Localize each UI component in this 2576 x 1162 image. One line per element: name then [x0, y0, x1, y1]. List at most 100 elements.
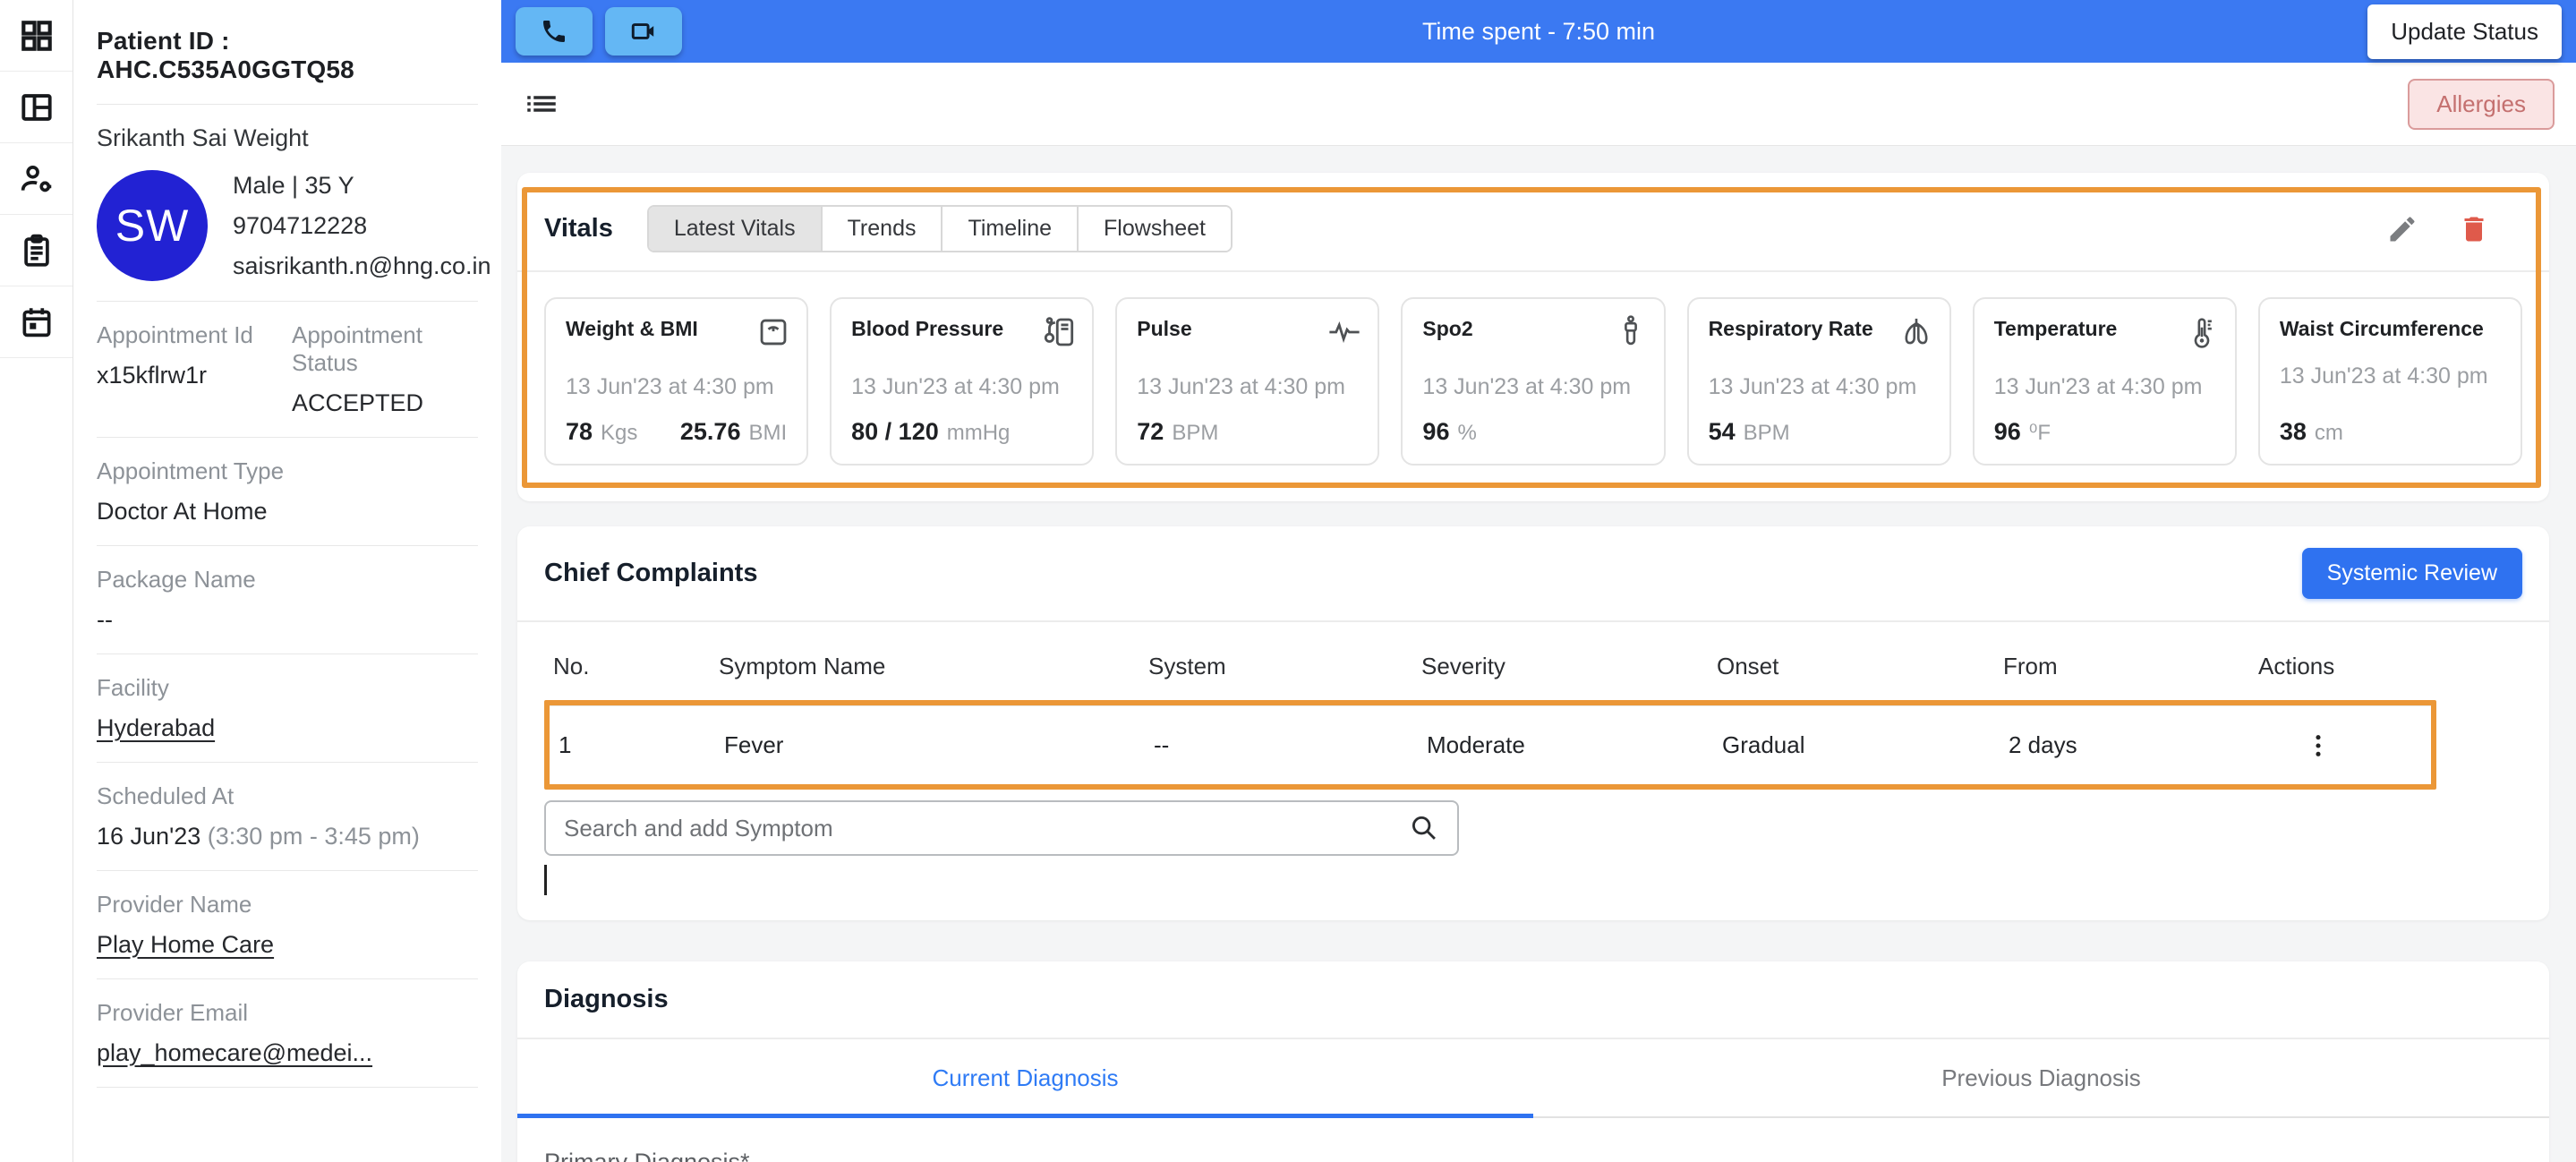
scheduled-at-label: Scheduled At: [97, 782, 478, 810]
vital-value: 72: [1137, 418, 1164, 446]
pencil-icon[interactable]: [2386, 213, 2418, 245]
clipboard-icon: [18, 232, 55, 269]
update-status-button[interactable]: Update Status: [2367, 4, 2562, 59]
tab-flowsheet[interactable]: Flowsheet: [1079, 207, 1231, 251]
nav-rail: [0, 0, 73, 1162]
vital-value: 96: [1422, 418, 1449, 446]
vital-title: Respiratory Rate: [1709, 317, 1873, 340]
vital-title: Weight & BMI: [566, 317, 698, 340]
cell-onset: Gradual: [1713, 731, 2000, 759]
vital-value-2: 25.76: [680, 418, 741, 446]
sidebar-item-provider-settings[interactable]: [0, 143, 73, 215]
chief-complaints-section: Chief Complaints Systemic Review No. Sym…: [517, 526, 2549, 920]
provider-email-label: Provider Email: [97, 999, 478, 1027]
vital-card-waist-circumference[interactable]: Waist Circumference 13 Jun'23 at 4:30 pm…: [2258, 297, 2522, 466]
col-no: No.: [544, 653, 710, 680]
cell-no: 1: [550, 731, 715, 759]
pulse-oximeter-icon: [1612, 313, 1650, 351]
sidebar-item-dashboard[interactable]: [0, 0, 73, 72]
provider-email-link[interactable]: play_homecare@medei...: [97, 1039, 478, 1067]
divider: [97, 545, 478, 546]
vital-date: 13 Jun'23 at 4:30 pm: [1709, 374, 1930, 400]
symptom-search-input[interactable]: [564, 815, 1409, 842]
package-name-value: --: [97, 606, 478, 634]
col-from: From: [1994, 653, 2249, 680]
vital-unit: mmHg: [947, 421, 1011, 446]
appointment-type-label: Appointment Type: [97, 457, 478, 485]
sidebar-item-records[interactable]: [0, 215, 73, 286]
appointment-id-value: x15kflrw1r: [97, 362, 283, 389]
sidebar-item-layout[interactable]: [0, 72, 73, 143]
user-gear-icon: [18, 160, 55, 198]
provider-name-link[interactable]: Play Home Care: [97, 931, 478, 959]
consult-subheader: Allergies: [501, 63, 2576, 146]
appointment-status-value: ACCEPTED: [292, 389, 478, 417]
col-symptom-name: Symptom Name: [710, 653, 1139, 680]
vital-card-spo2[interactable]: Spo2 13 Jun'23 at 4:30 pm 96%: [1401, 297, 1665, 466]
vital-card-temperature[interactable]: Temperature 13 Jun'23 at 4:30 pm 96⁰F: [1973, 297, 2237, 466]
vital-value: 80 / 120: [851, 418, 939, 446]
telehealth-consult-screen: Patient ID : AHC.C535A0GGTQ58 Srikanth S…: [0, 0, 2576, 1162]
divider: [97, 104, 478, 105]
vital-title: Waist Circumference: [2280, 317, 2484, 340]
patient-id-label: Patient ID :: [97, 27, 230, 55]
vital-date: 13 Jun'23 at 4:30 pm: [2280, 363, 2501, 389]
vital-unit: BPM: [1744, 421, 1790, 446]
facility-link[interactable]: Hyderabad: [97, 714, 478, 742]
patient-phone: 9704712228: [233, 212, 491, 240]
avatar: SW: [97, 170, 208, 281]
vital-card-blood-pressure[interactable]: Blood Pressure 13 Jun'23 at 4:30 pm 80 /…: [830, 297, 1094, 466]
col-onset: Onset: [1708, 653, 1994, 680]
tab-timeline[interactable]: Timeline: [943, 207, 1079, 251]
divider: [97, 437, 478, 438]
voice-call-button[interactable]: [516, 7, 593, 56]
vital-card-weight-bmi[interactable]: Weight & BMI 13 Jun'23 at 4:30 pm 78Kgs …: [544, 297, 808, 466]
vital-value: 78: [566, 418, 593, 446]
divider: [517, 270, 2549, 272]
kebab-menu-icon[interactable]: [2303, 731, 2333, 761]
vital-unit: %: [1457, 421, 1476, 446]
consult-content: Vitals Latest Vitals Trends Timeline Flo…: [501, 146, 2576, 1162]
col-severity: Severity: [1412, 653, 1708, 680]
diagnosis-title: Diagnosis: [544, 985, 669, 1013]
cell-from: 2 days: [2000, 731, 2255, 759]
phone-icon: [540, 17, 568, 46]
tab-current-diagnosis[interactable]: Current Diagnosis: [517, 1039, 1533, 1118]
video-call-button[interactable]: [605, 7, 682, 56]
package-name-label: Package Name: [97, 566, 478, 594]
weighing-scale-icon: [755, 313, 792, 351]
allergies-button[interactable]: Allergies: [2408, 79, 2555, 130]
list-menu-icon[interactable]: [523, 85, 560, 123]
provider-name-label: Provider Name: [97, 891, 478, 918]
vital-date: 13 Jun'23 at 4:30 pm: [566, 374, 787, 400]
scheduled-at-value: 16 Jun'23 (3:30 pm - 3:45 pm): [97, 823, 478, 850]
layout-columns-icon: [18, 89, 55, 126]
vital-title: Blood Pressure: [851, 317, 1003, 340]
vital-card-pulse[interactable]: Pulse 13 Jun'23 at 4:30 pm 72BPM: [1115, 297, 1379, 466]
col-system: System: [1139, 653, 1412, 680]
vital-unit: cm: [2315, 421, 2343, 446]
divider: [97, 1087, 478, 1088]
divider: [97, 870, 478, 871]
complaints-table-header: No. Symptom Name System Severity Onset F…: [544, 622, 2522, 700]
divider: [97, 762, 478, 763]
vitals-section: Vitals Latest Vitals Trends Timeline Flo…: [517, 173, 2549, 501]
tab-trends[interactable]: Trends: [823, 207, 943, 251]
bp-monitor-icon: [1040, 313, 1078, 351]
vital-title: Pulse: [1137, 317, 1191, 340]
divider: [97, 978, 478, 979]
vital-cards-row: Weight & BMI 13 Jun'23 at 4:30 pm 78Kgs …: [544, 297, 2522, 466]
text-cursor: [544, 865, 547, 895]
systemic-review-button[interactable]: Systemic Review: [2302, 548, 2522, 599]
search-icon[interactable]: [1409, 813, 1439, 843]
call-topbar: Time spent - 7:50 min Update Status: [501, 0, 2576, 63]
trash-icon[interactable]: [2458, 213, 2490, 245]
tab-latest-vitals[interactable]: Latest Vitals: [649, 207, 823, 251]
scheduled-time: (3:30 pm - 3:45 pm): [208, 823, 420, 850]
patient-demographics: Male | 35 Y: [233, 172, 491, 200]
primary-diagnosis-label: Primary Diagnosis*: [544, 1149, 2522, 1162]
video-camera-icon: [629, 17, 658, 46]
sidebar-item-appointments[interactable]: [0, 286, 73, 358]
tab-previous-diagnosis[interactable]: Previous Diagnosis: [1533, 1039, 2549, 1118]
vital-card-respiratory-rate[interactable]: Respiratory Rate 13 Jun'23 at 4:30 pm 54…: [1687, 297, 1951, 466]
